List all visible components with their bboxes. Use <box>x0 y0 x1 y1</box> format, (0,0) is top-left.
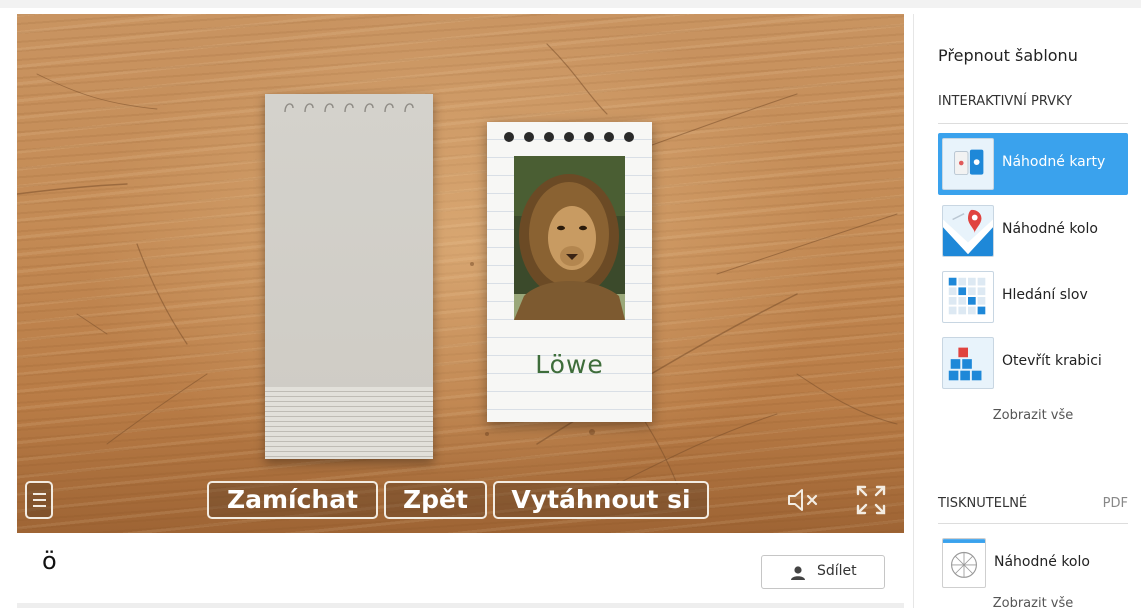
activity-title: ö <box>42 547 57 575</box>
lion-photo <box>514 156 625 320</box>
card-deck[interactable] <box>265 94 433 459</box>
drawn-card[interactable]: Löwe <box>487 122 652 422</box>
template-random-cards[interactable]: Náhodné karty <box>938 133 1128 195</box>
template-word-search[interactable]: Hledání slov <box>938 266 1128 328</box>
template-label: Otevřít krabici <box>1002 353 1102 369</box>
divider <box>938 123 1128 124</box>
share-label: Sdílet <box>817 563 857 579</box>
sidebar-title: Přepnout šablonu <box>938 46 1078 65</box>
word-search-icon <box>942 271 994 323</box>
template-label: Náhodné kolo <box>994 554 1090 570</box>
activity-stage[interactable]: Löwe Zamíchat Zpět Vytáhnout si <box>17 14 904 533</box>
printable-random-wheel[interactable]: Náhodné kolo <box>938 533 1128 595</box>
open-box-icon <box>942 337 994 389</box>
printable-show-all-link[interactable]: Zobrazit vše <box>938 596 1128 611</box>
printable-heading: TISKNUTELNÉ <box>938 496 1028 511</box>
random-cards-icon <box>942 138 994 190</box>
interactive-heading: INTERAKTIVNÍ PRVKY <box>938 94 1073 109</box>
card-holes <box>504 132 634 142</box>
stacked-sheets <box>265 387 433 459</box>
random-wheel-print-icon <box>942 538 986 588</box>
random-wheel-icon <box>942 205 994 257</box>
left-edge <box>0 8 17 608</box>
wood-scratches <box>17 43 898 485</box>
show-all-link[interactable]: Zobrazit vše <box>938 408 1128 423</box>
menu-button[interactable] <box>25 481 53 519</box>
template-open-box[interactable]: Otevřít krabici <box>938 332 1128 394</box>
card-word: Löwe <box>535 350 604 379</box>
divider <box>938 523 1128 524</box>
template-sidebar: Přepnout šablonu INTERAKTIVNÍ PRVKY Náho… <box>913 14 1141 611</box>
user-icon <box>791 566 805 580</box>
draw-button[interactable]: Vytáhnout si <box>493 481 709 519</box>
binder-rings <box>284 103 414 113</box>
pdf-label: PDF <box>1102 496 1128 511</box>
shuffle-button[interactable]: Zamíchat <box>207 481 378 519</box>
page-bottom-strip <box>17 603 904 608</box>
back-button[interactable]: Zpět <box>384 481 487 519</box>
template-label: Náhodné karty <box>1002 154 1106 170</box>
fullscreen-icon[interactable] <box>855 484 887 516</box>
mute-icon[interactable] <box>787 488 823 512</box>
share-button[interactable]: Sdílet <box>761 555 885 589</box>
template-label: Náhodné kolo <box>1002 221 1098 237</box>
top-edge <box>0 0 1141 8</box>
template-random-wheel[interactable]: Náhodné kolo <box>938 200 1128 262</box>
template-label: Hledání slov <box>1002 287 1088 303</box>
